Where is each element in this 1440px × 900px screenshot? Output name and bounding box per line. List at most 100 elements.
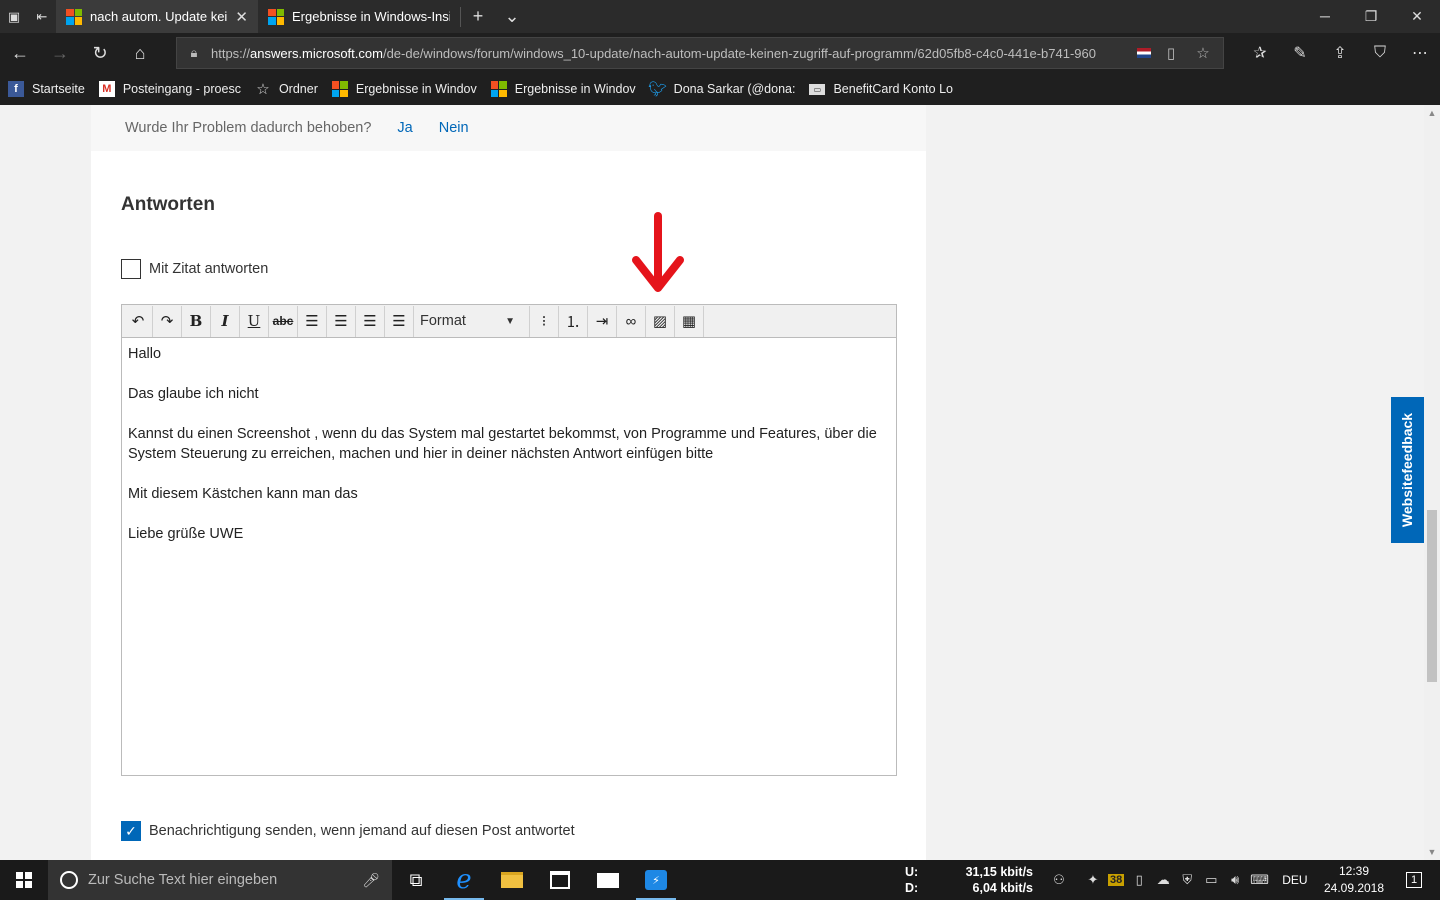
- link-icon[interactable]: ∞: [617, 305, 646, 337]
- bullet-list-icon[interactable]: ⁝: [530, 305, 559, 337]
- website-feedback-tab[interactable]: Websitefeedback: [1391, 397, 1424, 543]
- redo-icon[interactable]: ↷: [153, 305, 182, 337]
- restore-icon[interactable]: ❐: [1348, 8, 1394, 25]
- editor-toolbar: ↶ ↷ B I U abc ☰ ☰ ☰ ☰ Format ▼ ⁝ ⒈ ⇥ ∞ ▨…: [122, 305, 896, 338]
- input-language[interactable]: DEU: [1282, 873, 1307, 887]
- mail-icon[interactable]: [584, 860, 632, 900]
- favorite-startseite[interactable]: f Startseite: [8, 81, 85, 97]
- back-icon[interactable]: ←: [0, 33, 40, 73]
- format-dropdown[interactable]: Format ▼: [414, 305, 530, 337]
- tab-inactive[interactable]: Ergebnisse in Windows-Insi: [258, 0, 460, 33]
- microsoft-icon: [490, 81, 507, 97]
- quote-reply-row[interactable]: Mit Zitat antworten: [121, 259, 268, 279]
- onedrive-cloud-icon[interactable]: ☁: [1154, 872, 1172, 888]
- notify-row[interactable]: ✓ Benachrichtigung senden, wenn jemand a…: [121, 821, 575, 841]
- helpful-question: Wurde Ihr Problem dadurch behoben?: [125, 120, 372, 136]
- favorite-ordner[interactable]: ☆ Ordner: [255, 81, 318, 98]
- scroll-down-icon[interactable]: ▼: [1424, 844, 1440, 860]
- set-aside-tabs-icon[interactable]: ⇤: [28, 0, 56, 33]
- close-tab-icon[interactable]: ✕: [235, 8, 248, 26]
- editor-paragraph: Mit diesem Kästchen kann man das: [128, 486, 358, 502]
- tab-preview-chevron-icon[interactable]: ⌄: [495, 6, 529, 27]
- align-right-icon[interactable]: ☰: [356, 305, 385, 337]
- favorite-dona-sarkar[interactable]: 🐦︎ Dona Sarkar (@dona:: [648, 81, 796, 98]
- quote-reply-checkbox[interactable]: [121, 259, 141, 279]
- helpful-feedback-row: Wurde Ihr Problem dadurch behoben? Ja Ne…: [91, 105, 926, 151]
- editor-paragraph: Hallo: [128, 346, 162, 362]
- italic-icon[interactable]: I: [211, 305, 240, 337]
- more-menu-icon[interactable]: ⋯: [1400, 33, 1440, 73]
- insert-image-icon[interactable]: ▨: [646, 305, 675, 337]
- windows-logo-icon: [16, 872, 32, 888]
- favorite-label: Dona Sarkar (@dona:: [673, 82, 796, 96]
- favorite-posteingang[interactable]: M Posteingang - proesc: [98, 81, 241, 97]
- favorites-hub-icon[interactable]: ✰: [1240, 33, 1280, 73]
- favorite-benefitcard[interactable]: ▭ BenefitCard Konto Lo: [809, 82, 953, 96]
- close-window-icon[interactable]: ✕: [1394, 8, 1440, 25]
- tab-title: nach autom. Update kei: [90, 9, 228, 24]
- reading-view-icon[interactable]: ▯: [1159, 44, 1183, 62]
- notify-label: Benachrichtigung senden, wenn jemand auf…: [149, 823, 575, 839]
- page-scrollbar[interactable]: ▲ ▼: [1424, 105, 1440, 860]
- favorites-bar: f Startseite M Posteingang - proesc ☆ Ordne…: [0, 73, 1440, 105]
- editor-body[interactable]: Hallo Das glaube ich nicht Kannst du ein…: [122, 338, 896, 570]
- start-button[interactable]: [0, 860, 48, 900]
- align-left-icon[interactable]: ☰: [298, 305, 327, 337]
- upload-label: U:: [905, 865, 919, 879]
- tab-overview-icon[interactable]: ▣: [0, 0, 28, 33]
- microsoft-icon: [66, 8, 82, 25]
- favorite-label: Posteingang - proesc: [122, 82, 241, 96]
- volume-icon[interactable]: 🔊︎: [1226, 872, 1244, 888]
- share-icon[interactable]: ⇪: [1320, 33, 1360, 73]
- defender-shield-icon[interactable]: ⛨: [1178, 872, 1196, 888]
- favorite-ergebnisse-2[interactable]: Ergebnisse in Windov: [490, 81, 636, 97]
- network-icon[interactable]: ▭: [1202, 872, 1220, 888]
- new-tab-button[interactable]: +: [461, 6, 495, 27]
- usb-icon[interactable]: ▯: [1130, 872, 1148, 888]
- app-tray-icon[interactable]: ✦: [1084, 872, 1102, 888]
- microphone-icon[interactable]: 🎤︎: [362, 872, 380, 889]
- edge-app-icon[interactable]: e: [440, 860, 488, 900]
- browser-toolbar-right: ✰ ✎ ⇪ ⛉ ⋯: [1240, 33, 1440, 73]
- align-center-icon[interactable]: ☰: [327, 305, 356, 337]
- url-text[interactable]: https://answers.microsoft.com/de-de/wind…: [211, 46, 1129, 61]
- people-icon[interactable]: ⚇: [1050, 872, 1068, 888]
- align-justify-icon[interactable]: ☰: [385, 305, 414, 337]
- action-center-icon[interactable]: 1: [1394, 860, 1434, 900]
- scroll-thumb[interactable]: [1427, 510, 1437, 682]
- task-view-icon[interactable]: ⧉: [392, 860, 440, 900]
- url-domain: answers.microsoft.com: [250, 45, 383, 61]
- yes-link[interactable]: Ja: [397, 120, 412, 136]
- insert-table-icon[interactable]: ▦: [675, 305, 704, 337]
- tray-badge[interactable]: 38: [1108, 874, 1125, 886]
- no-link[interactable]: Nein: [439, 120, 469, 136]
- home-icon[interactable]: ⌂: [120, 33, 160, 73]
- clock-date: 24.09.2018: [1323, 881, 1385, 895]
- minimize-icon[interactable]: ─: [1302, 8, 1348, 25]
- scroll-up-icon[interactable]: ▲: [1424, 105, 1440, 121]
- bold-icon[interactable]: B: [182, 305, 211, 337]
- taskbar-search-box[interactable]: Zur Suche Text hier eingeben 🎤︎: [48, 860, 392, 900]
- numbered-list-icon[interactable]: ⒈: [559, 305, 588, 337]
- keyboard-icon[interactable]: ⌨: [1250, 872, 1269, 888]
- strikethrough-icon[interactable]: abc: [269, 305, 298, 337]
- undo-icon[interactable]: ↶: [124, 305, 153, 337]
- store-icon[interactable]: [536, 860, 584, 900]
- forward-icon[interactable]: →: [40, 33, 80, 73]
- underline-icon[interactable]: U: [240, 305, 269, 337]
- indent-icon[interactable]: ⇥: [588, 305, 617, 337]
- tab-active[interactable]: nach autom. Update kei ✕: [56, 0, 258, 33]
- twitter-icon: 🐦︎: [648, 81, 668, 98]
- file-explorer-icon[interactable]: [488, 860, 536, 900]
- notify-checkbox[interactable]: ✓: [121, 821, 141, 841]
- address-bar[interactable]: 🔒︎ https://answers.microsoft.com/de-de/w…: [176, 37, 1224, 69]
- taskbar-clock[interactable]: 12:39 24.09.2018: [1318, 863, 1390, 897]
- lock-icon: 🔒︎: [190, 45, 198, 60]
- favorite-ergebnisse-1[interactable]: Ergebnisse in Windov: [331, 81, 477, 97]
- editor-paragraph: Kannst du einen Screenshot , wenn du das…: [128, 426, 877, 462]
- messenger-icon[interactable]: ⚡: [632, 860, 680, 900]
- ublock-shield-icon[interactable]: ⛉: [1360, 33, 1400, 73]
- notes-pen-icon[interactable]: ✎: [1280, 33, 1320, 73]
- refresh-icon[interactable]: ↻: [80, 33, 120, 73]
- favorite-star-icon[interactable]: ☆: [1191, 44, 1215, 62]
